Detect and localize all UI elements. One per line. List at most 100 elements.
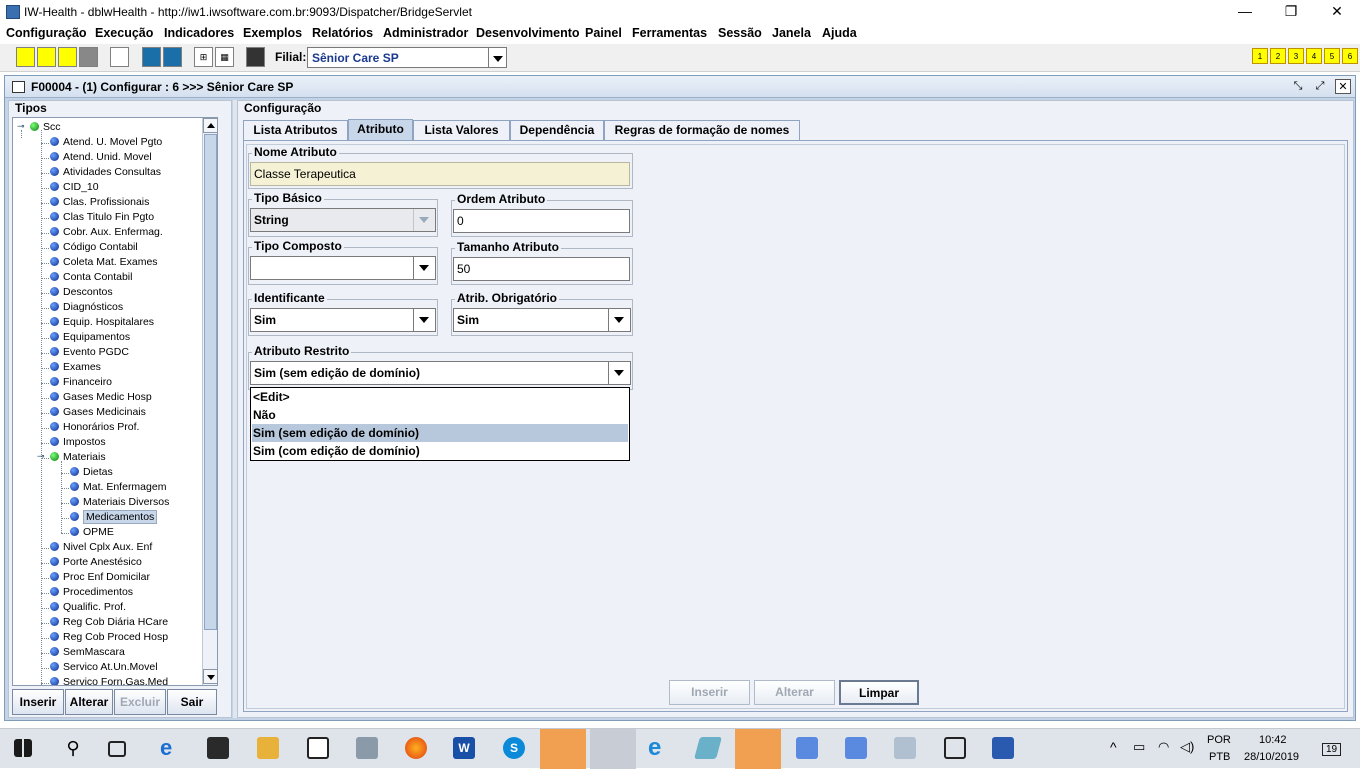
toolbar-button-5[interactable] — [110, 47, 129, 67]
clear-button[interactable]: Limpar — [839, 680, 919, 705]
tree-node[interactable]: Atividades Consultas — [50, 165, 161, 180]
dropdown-option-selected[interactable]: Sim (sem edição de domínio) — [252, 424, 628, 442]
tab-lista-atributos[interactable]: Lista Atributos — [243, 120, 348, 140]
tree-view-icon[interactable]: ⊞ — [194, 47, 213, 67]
tree-node[interactable]: Honorários Prof. — [50, 420, 139, 435]
tree-node[interactable]: Porte Anestésico — [50, 555, 142, 570]
dropdown-option[interactable]: Não — [252, 406, 628, 424]
remote-app-icon[interactable] — [735, 729, 781, 769]
app-icon-1[interactable] — [694, 737, 722, 759]
filial-select[interactable]: Sênior Care SP — [307, 47, 507, 68]
alter-button[interactable]: Alterar — [754, 680, 835, 705]
insert-button[interactable]: Inserir — [669, 680, 750, 705]
tree-node[interactable]: Diagnósticos — [50, 300, 123, 315]
wifi-icon[interactable]: ◠ — [1158, 739, 1169, 755]
tree-node[interactable]: Procedimentos — [50, 585, 133, 600]
atrib-obrigatorio-select[interactable]: Sim — [453, 308, 631, 332]
scroll-down-icon[interactable] — [203, 669, 218, 684]
tree-node[interactable]: Equipamentos — [50, 330, 130, 345]
java-icon[interactable] — [590, 729, 636, 769]
tree-scrollbar[interactable] — [202, 118, 218, 685]
toolbar-button-1[interactable] — [16, 47, 35, 67]
edge-icon[interactable]: e — [160, 737, 182, 759]
volume-icon[interactable]: ◁) — [1180, 739, 1194, 755]
task-view-icon[interactable] — [108, 741, 126, 757]
menu-execucao[interactable]: Execução — [95, 26, 153, 40]
chevron-down-icon[interactable] — [413, 209, 435, 231]
toolbar-button-6[interactable] — [142, 47, 161, 67]
tree-node[interactable]: Dietas — [70, 465, 113, 480]
tree-node[interactable]: Mat. Enfermagem — [70, 480, 166, 495]
app-icon-3[interactable] — [845, 737, 867, 759]
tree-node[interactable]: Clas. Profissionais — [50, 195, 149, 210]
tree-node[interactable]: Qualific. Prof. — [50, 600, 126, 615]
tab-dependencia[interactable]: Dependência — [510, 120, 604, 140]
tree-node[interactable]: Gases Medicinais — [50, 405, 146, 420]
tree-node[interactable]: Reg Cob Diária HCare — [50, 615, 168, 630]
tree-node[interactable]: Materiais — [50, 450, 106, 465]
tree-node[interactable]: Atend. Unid. Movel — [50, 150, 152, 165]
notification-icon[interactable]: 19 — [1322, 743, 1342, 756]
menu-sessao[interactable]: Sessão — [718, 26, 762, 40]
tree-node[interactable]: Servico At.Un.Movel — [50, 660, 158, 675]
tab-regras-nomes[interactable]: Regras de formação de nomes — [604, 120, 800, 140]
menu-exemplos[interactable]: Exemplos — [243, 26, 302, 40]
left-insert-button[interactable]: Inserir — [12, 689, 64, 715]
menu-janela[interactable]: Janela — [772, 26, 811, 40]
window-slot-2[interactable]: 2 — [1270, 48, 1286, 64]
restore-icon[interactable]: ⤡ — [1290, 79, 1306, 94]
atributo-restrito-select[interactable]: Sim (sem edição de domínio) — [250, 361, 631, 385]
collapse-icon[interactable]: ⊸ — [37, 451, 45, 462]
tree-node[interactable]: Descontos — [50, 285, 113, 300]
toolbar-button-2[interactable] — [37, 47, 56, 67]
minimize-button[interactable]: — — [1222, 0, 1268, 24]
skype-icon[interactable]: S — [503, 737, 525, 759]
tree-node[interactable]: Evento PGDC — [50, 345, 129, 360]
tree-node[interactable]: Coleta Mat. Exames — [50, 255, 158, 270]
identificante-select[interactable]: Sim — [250, 308, 436, 332]
left-alter-button[interactable]: Alterar — [65, 689, 113, 715]
menu-relatorios[interactable]: Relatórios — [312, 26, 373, 40]
tree-node[interactable]: Financeiro — [50, 375, 112, 390]
chevron-down-icon[interactable] — [488, 48, 506, 67]
left-delete-button[interactable]: Excluir — [114, 689, 166, 715]
chevron-up-icon[interactable]: ^ — [1110, 739, 1117, 755]
tree-node[interactable]: Reg Cob Proced Hosp — [50, 630, 168, 645]
menu-configuracao[interactable]: Configuração — [6, 26, 87, 40]
window-slot-5[interactable]: 5 — [1324, 48, 1340, 64]
toolbar-button-10[interactable] — [246, 47, 265, 67]
language-bottom[interactable]: PTB — [1209, 751, 1230, 763]
word-icon[interactable]: W — [453, 737, 475, 759]
toolbar-button-3[interactable] — [58, 47, 77, 67]
tree-node[interactable]: Atend. U. Movel Pgto — [50, 135, 162, 150]
scroll-thumb[interactable] — [204, 134, 217, 630]
store-icon[interactable] — [207, 737, 229, 759]
network-app-icon[interactable] — [356, 737, 378, 759]
collapse-icon[interactable]: ⊸ — [17, 121, 25, 132]
chevron-down-icon[interactable] — [608, 309, 630, 331]
calculator-app-icon[interactable] — [944, 737, 966, 759]
menu-ajuda[interactable]: Ajuda — [822, 26, 857, 40]
search-icon[interactable]: ⚲ — [62, 737, 84, 759]
window-slot-3[interactable]: 3 — [1288, 48, 1304, 64]
chevron-down-icon[interactable] — [413, 257, 435, 279]
nome-atributo-input[interactable]: Classe Terapeutica — [250, 162, 630, 186]
menu-desenvolvimento[interactable]: Desenvolvimento — [476, 26, 580, 40]
close-button[interactable]: ✕ — [1314, 0, 1360, 24]
windows-start-icon[interactable] — [14, 739, 32, 757]
tree-node[interactable]: Exames — [50, 360, 101, 375]
tamanho-atributo-input[interactable]: 50 — [453, 257, 630, 281]
app-icon-4[interactable] — [894, 737, 916, 759]
tree-node[interactable]: Conta Contabil — [50, 270, 132, 285]
ordem-atributo-input[interactable]: 0 — [453, 209, 630, 233]
menu-indicadores[interactable]: Indicadores — [164, 26, 234, 40]
tree-node[interactable]: Clas Titulo Fin Pgto — [50, 210, 154, 225]
tree-root[interactable]: Scc — [30, 120, 61, 135]
chevron-down-icon[interactable] — [608, 362, 630, 384]
menu-administrador[interactable]: Administrador — [383, 26, 468, 40]
tree-node[interactable]: Proc Enf Domicilar — [50, 570, 150, 585]
clock-time[interactable]: 10:42 — [1259, 734, 1287, 746]
app-icon-2[interactable] — [796, 737, 818, 759]
menu-painel[interactable]: Painel — [585, 26, 622, 40]
battery-icon[interactable]: ▭ — [1133, 739, 1145, 755]
